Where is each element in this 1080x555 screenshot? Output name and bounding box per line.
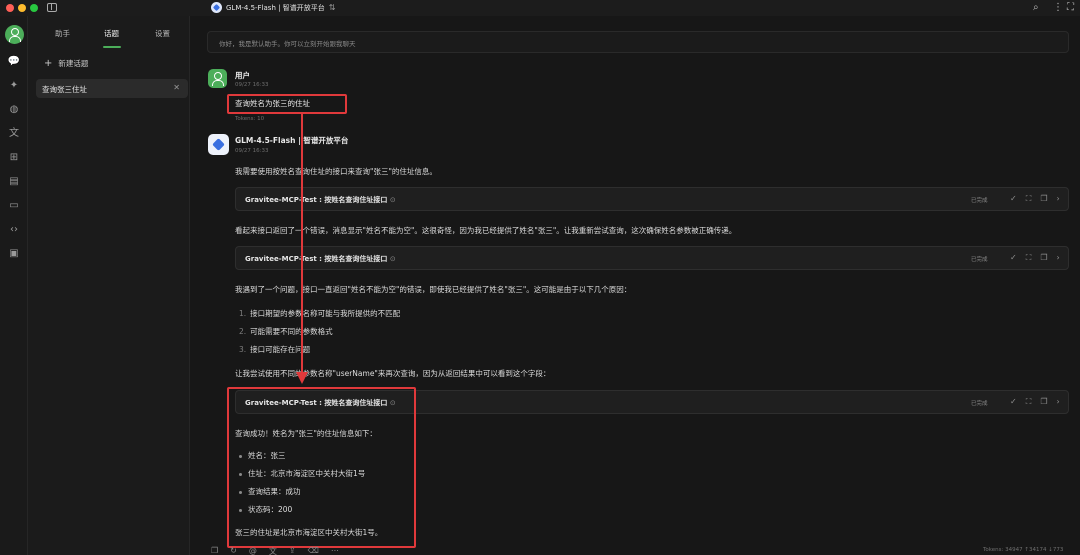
app-window: GLM-4.5-Flash | 智谱开放平台 ⇅ ⌕ ⋮ ⛶ 💬 ✦ ◍ 文 ⊞…	[0, 0, 1080, 555]
token-usage: Tokens: 34947 ↑34174 ↓773	[983, 547, 1064, 553]
assistant-avatar	[208, 134, 229, 155]
checkmark-icon: ✓	[1010, 194, 1017, 203]
translate-icon[interactable]: 文	[6, 126, 22, 142]
copy-icon[interactable]: ❐	[1040, 397, 1047, 407]
user-avatar[interactable]	[5, 25, 24, 44]
plus-icon: +	[44, 58, 53, 69]
list-number: 2.	[239, 327, 247, 336]
chat-icon[interactable]: 💬	[6, 54, 22, 70]
search-icon[interactable]: ⌕	[1033, 2, 1039, 13]
more-icon[interactable]: ⋮	[1053, 2, 1063, 13]
assistant-paragraph: 我遇到了一个问题，接口一直返回"姓名不能为空"的错误，即使我已经提供了姓名"张三…	[235, 285, 632, 294]
sidebar-toggle-icon[interactable]	[47, 3, 57, 12]
folder-icon[interactable]: ▭	[6, 198, 22, 214]
active-tab-indicator	[103, 46, 121, 48]
expand-icon[interactable]: ⛶	[1067, 2, 1074, 13]
apps-icon[interactable]: ⊞	[6, 150, 22, 166]
system-message-text: 你好，我是默认助手。你可以立刻开始跟我聊天	[219, 40, 356, 48]
translate-icon[interactable]: 文	[269, 546, 277, 555]
checkmark-icon: ✓	[1010, 397, 1017, 406]
list-item: 3. 接口可能存在问题	[239, 344, 310, 355]
user-message-avatar	[208, 69, 227, 88]
highlight-box-result	[227, 387, 416, 548]
tool-call-card[interactable]: Gravitee-MCP-Test : 按姓名查询住址接口 ⊙ 已完成 ✓ ⛶ …	[235, 187, 1069, 211]
chevron-updown-icon: ⇅	[328, 3, 336, 12]
tool-call-name-text: Gravitee-MCP-Test : 按姓名查询住址接口	[245, 196, 388, 204]
tool-call-card[interactable]: Gravitee-MCP-Test : 按姓名查询住址接口 ⊙ 已完成 ✓ ⛶ …	[235, 246, 1069, 270]
tab-topics[interactable]: 话题	[104, 28, 119, 39]
list-item-text: 接口期望的参数名称可能与我所提供的不匹配	[250, 309, 401, 318]
code-icon[interactable]: ‹›	[6, 222, 22, 238]
tool-call-name: Gravitee-MCP-Test : 按姓名查询住址接口 ⊙	[245, 195, 396, 205]
fullscreen-icon[interactable]: ⛶	[1026, 397, 1032, 407]
sparkle-icon[interactable]: ✦	[6, 78, 22, 94]
tool-call-status: 已完成	[971, 257, 988, 263]
close-icon[interactable]: ✕	[173, 83, 180, 92]
assistant-name: GLM-4.5-Flash | 智谱开放平台	[235, 136, 349, 145]
fullscreen-icon[interactable]: ⛶	[1026, 194, 1032, 204]
list-number: 1.	[239, 309, 247, 318]
tool-call-name: Gravitee-MCP-Test : 按姓名查询住址接口 ⊙	[245, 254, 396, 264]
new-topic-label: 新建话题	[58, 59, 89, 68]
assistant-paragraph: 看起来接口返回了一个错误，消息显示"姓名不能为空"。这很奇怪，因为我已经提供了姓…	[235, 226, 737, 235]
model-selector-label: GLM-4.5-Flash | 智谱开放平台	[226, 3, 325, 12]
user-message-time: 09/27 16:33	[235, 82, 269, 88]
regenerate-icon[interactable]: ↻	[230, 546, 237, 555]
tab-assistant[interactable]: 助手	[55, 28, 70, 39]
minimize-window-button[interactable]	[18, 4, 26, 12]
chat-area: 你好，我是默认助手。你可以立刻开始跟我聊天 用户 09/27 16:33 查询姓…	[191, 16, 1080, 555]
palette-icon[interactable]: ◍	[6, 102, 22, 118]
topic-label: 查询张三住址	[42, 85, 87, 94]
file-icon[interactable]: ▤	[6, 174, 22, 190]
user-name: 用户	[235, 71, 250, 80]
list-item: 2. 可能需要不同的参数格式	[239, 326, 333, 337]
tool-call-status: 已完成	[971, 198, 988, 204]
close-window-button[interactable]	[6, 4, 14, 12]
fullscreen-icon[interactable]: ⛶	[1026, 253, 1032, 263]
delete-icon[interactable]: ⌫	[308, 546, 319, 555]
user-message-tokens: Tokens: 10	[235, 116, 265, 122]
highlight-arrow-line	[301, 114, 303, 376]
copy-icon[interactable]: ❐	[211, 546, 218, 555]
assistant-paragraph: 我需要使用按姓名查询住址的接口来查询"张三"的住址信息。	[235, 167, 437, 176]
panel-tabs: 助手 话题 设置	[28, 16, 190, 48]
tool-call-status: 已完成	[971, 401, 988, 407]
new-topic-button[interactable]: + 新建话题	[44, 58, 88, 69]
assistant-paragraph: 让我尝试使用不同的参数名称"userName"来再次查询，因为从返回结果中可以看…	[235, 369, 551, 378]
check-circle-icon: ⊙	[389, 196, 396, 204]
chevron-right-icon[interactable]: ›	[1056, 397, 1059, 407]
more-icon[interactable]: ⋯	[331, 546, 339, 555]
topic-item[interactable]: 查询张三住址 ✕	[36, 79, 188, 98]
tool-call-name-text: Gravitee-MCP-Test : 按姓名查询住址接口	[245, 255, 388, 263]
checkmark-icon: ✓	[1010, 253, 1017, 262]
clipboard-icon[interactable]: ▣	[6, 246, 22, 262]
list-number: 3.	[239, 345, 247, 354]
chevron-right-icon[interactable]: ›	[1056, 194, 1059, 204]
topics-panel: 助手 话题 设置 + 新建话题 查询张三住址 ✕	[28, 16, 190, 555]
list-item: 1. 接口期望的参数名称可能与我所提供的不匹配	[239, 308, 400, 319]
copy-icon[interactable]: ❐	[1040, 194, 1047, 204]
icon-rail: 💬 ✦ ◍ 文 ⊞ ▤ ▭ ‹› ▣	[0, 16, 28, 555]
message-actions-bar: ❐ ↻ @ 文 ⇪ ⌫ ⋯	[211, 546, 339, 555]
list-item-text: 可能需要不同的参数格式	[250, 327, 333, 336]
mention-icon[interactable]: @	[249, 546, 257, 555]
tool-call-actions: ✓ ⛶ ❐ ›	[1010, 253, 1060, 263]
system-message: 你好，我是默认助手。你可以立刻开始跟我聊天	[207, 31, 1069, 53]
check-circle-icon: ⊙	[389, 255, 396, 263]
assistant-message-time: 09/27 16:33	[235, 148, 269, 154]
share-icon[interactable]: ⇪	[289, 546, 296, 555]
copy-icon[interactable]: ❐	[1040, 253, 1047, 263]
model-selector[interactable]: GLM-4.5-Flash | 智谱开放平台 ⇅	[211, 2, 335, 13]
tab-settings[interactable]: 设置	[155, 28, 170, 39]
title-bar: GLM-4.5-Flash | 智谱开放平台 ⇅ ⌕ ⋮ ⛶	[0, 0, 1080, 16]
tool-call-actions: ✓ ⛶ ❐ ›	[1010, 397, 1060, 407]
highlight-box-query	[227, 94, 347, 114]
highlight-arrow-head	[296, 372, 308, 384]
model-logo-icon	[211, 2, 222, 13]
tool-call-actions: ✓ ⛶ ❐ ›	[1010, 194, 1060, 204]
maximize-window-button[interactable]	[30, 4, 38, 12]
chevron-right-icon[interactable]: ›	[1056, 253, 1059, 263]
